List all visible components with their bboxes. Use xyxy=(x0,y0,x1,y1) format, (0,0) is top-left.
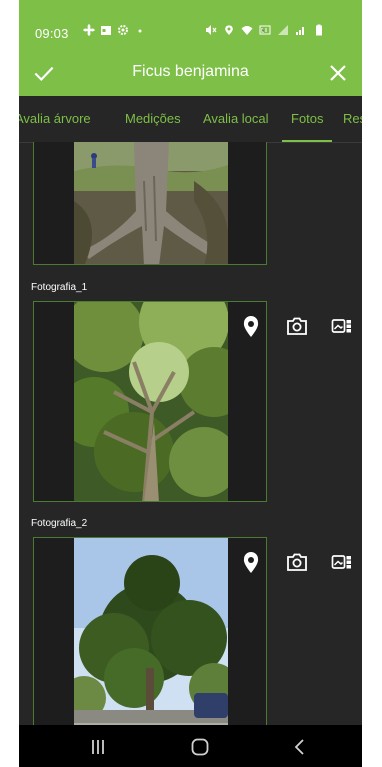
tab-avalia-local[interactable]: Avalia local xyxy=(203,111,269,126)
status-system-icons xyxy=(205,24,325,36)
lte-icon xyxy=(259,25,271,35)
full-tree-photo xyxy=(74,538,228,725)
phone-screen: 09:03 Ficus benjamina Avalia árvore Medi… xyxy=(19,0,362,767)
tree-canopy-photo xyxy=(74,302,228,501)
photo-label: Fotografia_1 xyxy=(31,282,88,293)
wifi-icon xyxy=(241,26,253,35)
calendar-icon xyxy=(101,26,111,35)
photo-frame[interactable] xyxy=(33,301,267,502)
tab-resultados[interactable]: Resultados xyxy=(343,111,362,126)
tab-bar: Avalia árvore Medições Avalia local Foto… xyxy=(19,96,362,143)
status-notification-icons xyxy=(83,24,146,36)
location-pin-icon[interactable] xyxy=(242,316,260,338)
recent-apps-icon[interactable] xyxy=(87,736,109,758)
tab-medicoes[interactable]: Medições xyxy=(125,111,181,126)
status-time: 09:03 xyxy=(35,26,69,41)
close-icon[interactable] xyxy=(326,61,350,85)
photo-frame[interactable] xyxy=(33,142,267,265)
battery-icon xyxy=(316,24,322,36)
photo-label: Fotografia_2 xyxy=(31,518,88,529)
home-icon[interactable] xyxy=(189,736,211,758)
tree-trunk-photo xyxy=(74,142,228,264)
page-title: Ficus benjamina xyxy=(132,63,249,80)
tab-avalia-arvore[interactable]: Avalia árvore xyxy=(19,111,91,126)
dot-icon xyxy=(138,29,142,33)
app-bar: Ficus benjamina xyxy=(19,50,362,96)
signal-bars-icon xyxy=(296,27,304,35)
signal-icon xyxy=(278,25,288,35)
fan-icon xyxy=(83,24,95,36)
camera-icon[interactable] xyxy=(286,315,308,337)
photos-list[interactable]: Fotografia_1 Fotografia_2 xyxy=(19,142,362,725)
gallery-icon[interactable] xyxy=(331,551,353,573)
photo-frame[interactable] xyxy=(33,537,267,725)
back-icon[interactable] xyxy=(289,736,311,758)
camera-icon[interactable] xyxy=(286,551,308,573)
mute-icon xyxy=(206,25,217,35)
gallery-icon[interactable] xyxy=(331,315,353,337)
tab-fotos[interactable]: Fotos xyxy=(291,111,324,126)
settings-icon xyxy=(118,25,128,35)
location-pin-icon[interactable] xyxy=(242,552,260,574)
navigation-bar xyxy=(19,725,362,767)
location-icon xyxy=(225,25,233,35)
status-bar: 09:03 xyxy=(19,0,362,50)
